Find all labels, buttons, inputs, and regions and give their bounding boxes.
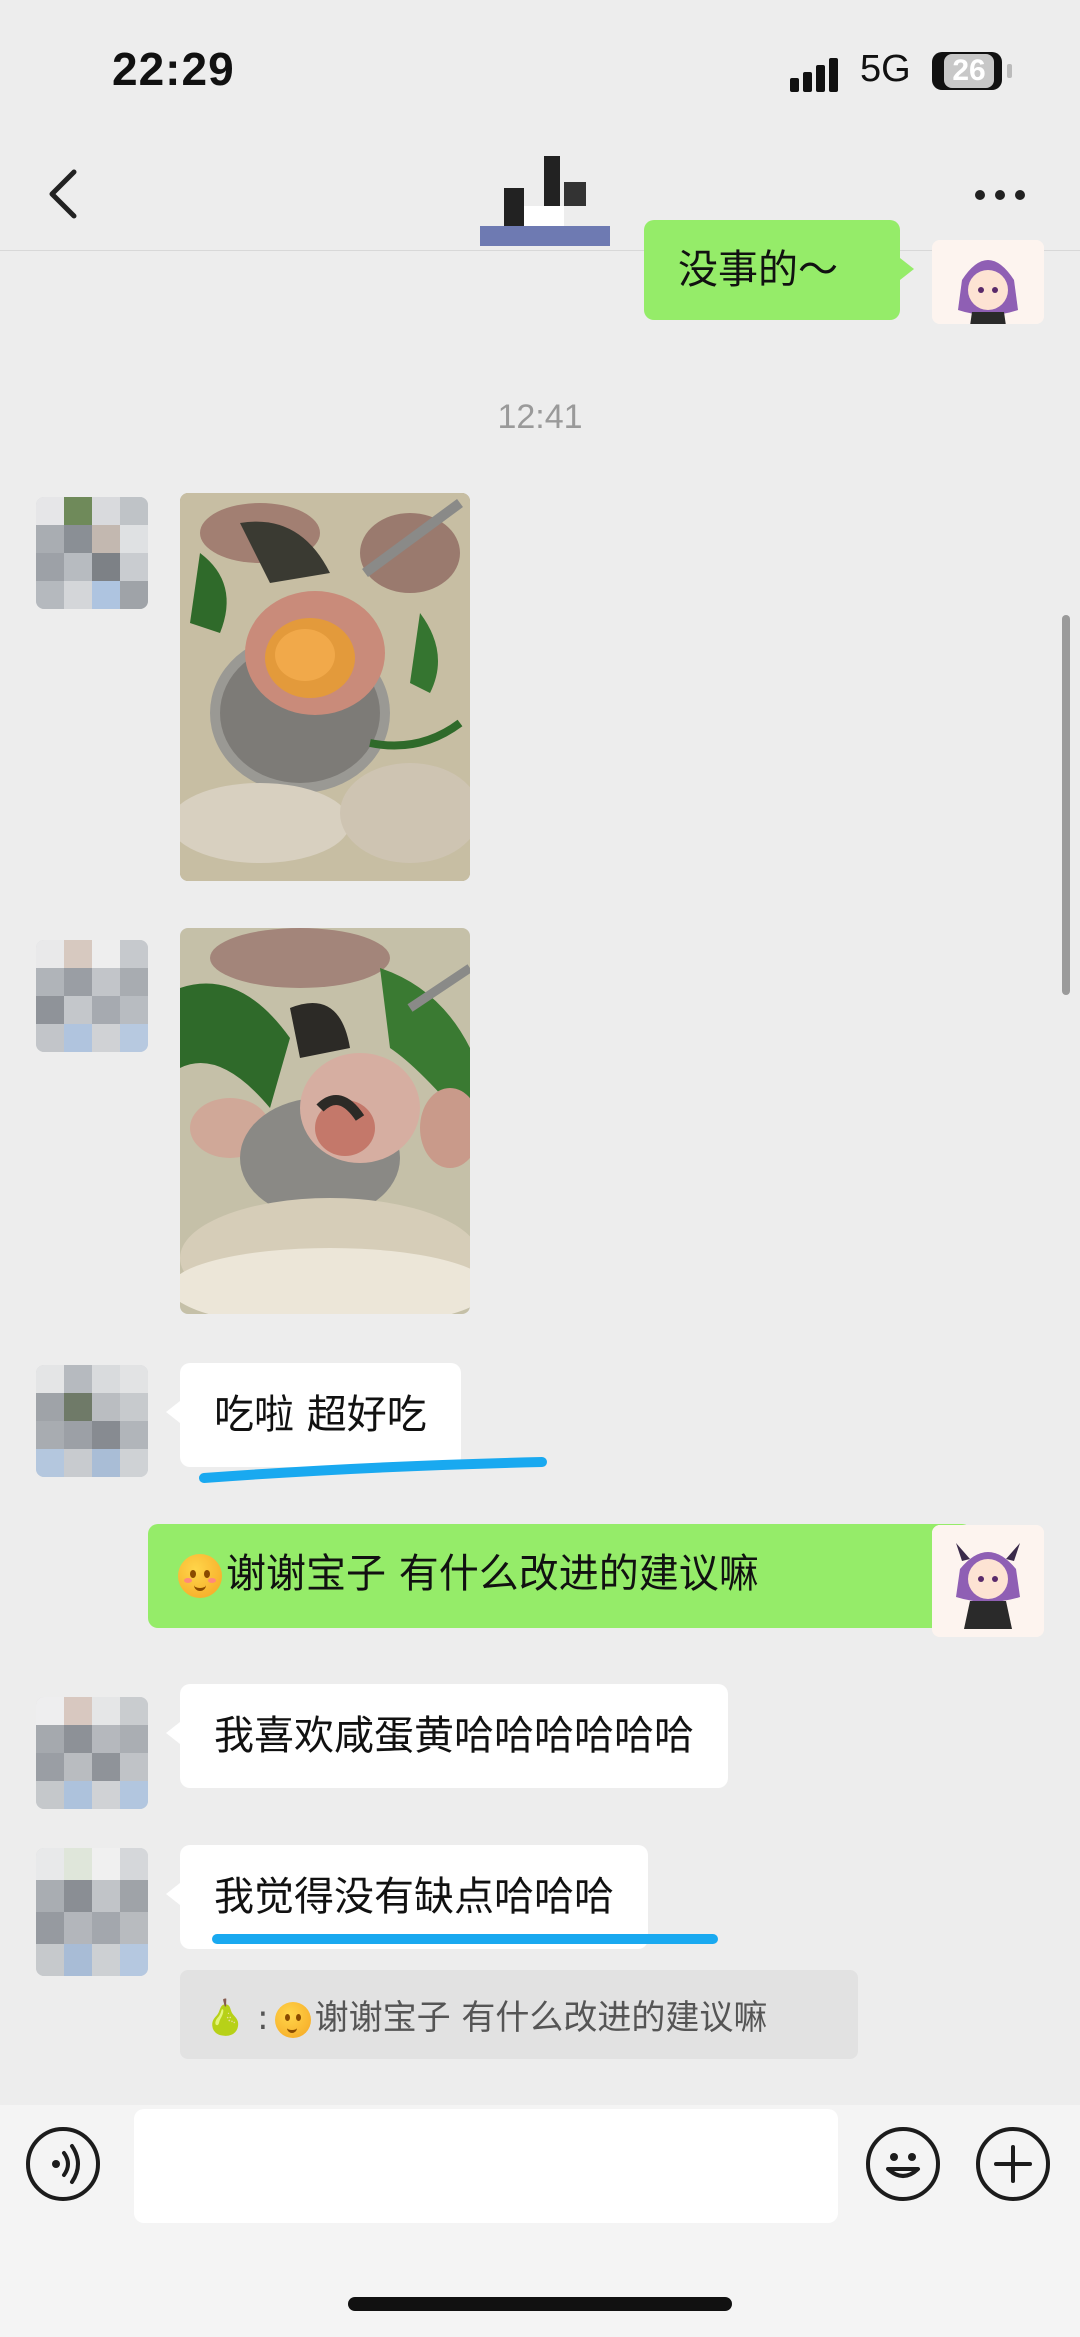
message-text: 没事的～ [678,247,838,293]
smiley-icon [886,2153,920,2178]
my-message-bubble[interactable]: 谢谢宝子 有什么改进的建议嘛 [148,1524,986,1628]
voice-input-button[interactable] [26,2127,100,2201]
blushing-emoji-icon [274,2001,311,2038]
food-photo-2[interactable] [180,928,470,1314]
back-arrow-icon[interactable] [44,168,84,220]
message-text: 我觉得没有缺点哈哈哈 [214,1874,614,1920]
voice-icon [52,2144,80,2184]
quote-text: 谢谢宝子 有什么改进的建议嘛 [314,1998,768,2038]
plus-icon [994,2145,1032,2183]
my-message-bubble[interactable]: 没事的～ [644,220,914,320]
signal-icon [790,56,844,92]
blushing-emoji-icon [178,1554,222,1598]
quote-prefix: 🍐 : [204,1998,269,2038]
more-options-icon[interactable] [975,180,1029,210]
contact-avatar[interactable] [36,497,148,609]
chat-title-blurred [480,148,610,246]
status-bar: 22:29 5G 26 [0,0,1080,140]
contact-avatar[interactable] [36,1697,148,1809]
battery-level: 26 [944,54,994,88]
status-time: 22:29 [112,43,235,95]
message-list: 没事的～ 12:41 吃啦 超好吃 谢谢宝子 有什么改进的建议嘛 我喜欢咸蛋黄哈… [0,220,1080,2110]
quoted-message[interactable]: 🍐 : 谢谢宝子 有什么改进的建议嘛 [180,1970,858,2059]
input-bar [0,2105,1080,2337]
contact-message-bubble[interactable]: 吃啦 超好吃 [166,1363,461,1467]
emoji-button[interactable] [866,2127,940,2201]
contact-avatar[interactable] [36,1365,148,1477]
message-text: 我喜欢咸蛋黄哈哈哈哈哈哈 [214,1713,694,1759]
highlight-underline [199,1457,547,1483]
network-type: 5G [860,48,911,90]
home-indicator[interactable] [348,2297,732,2311]
my-avatar[interactable] [932,240,1044,324]
battery-icon: 26 [932,52,1012,90]
timestamp: 12:41 [497,398,583,436]
contact-avatar[interactable] [36,940,148,1052]
more-functions-button[interactable] [976,2127,1050,2201]
scrollbar[interactable] [1062,615,1070,995]
contact-avatar[interactable] [36,1848,148,1976]
food-photo-1[interactable] [180,493,470,881]
chat-header [0,140,1080,251]
message-input[interactable] [134,2109,838,2223]
highlight-underline [212,1934,718,1944]
message-text: 吃啦 超好吃 [214,1392,427,1438]
contact-message-bubble[interactable]: 我喜欢咸蛋黄哈哈哈哈哈哈 [166,1684,728,1788]
my-avatar[interactable] [932,1525,1044,1637]
message-text: 谢谢宝子 有什么改进的建议嘛 [226,1551,759,1597]
